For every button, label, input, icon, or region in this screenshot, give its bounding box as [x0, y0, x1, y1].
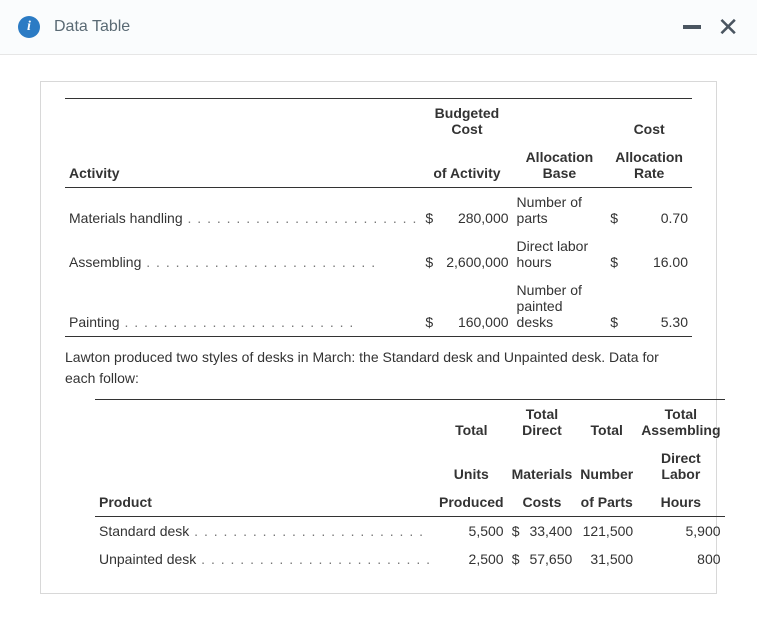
units-produced: 5,500 — [435, 517, 508, 546]
table-header-row: Total Total Direct Total Total Assemblin… — [95, 400, 725, 445]
table-header-row: Units Materials Number Direct Labor — [95, 444, 725, 488]
col-activity: Activity — [65, 143, 421, 188]
allocation-rate: 5.30 — [623, 276, 692, 337]
allocation-base: Number of parts — [513, 188, 607, 233]
col-units-l3: Produced — [435, 488, 508, 517]
header-controls: ✕ — [683, 14, 739, 40]
col-hours-l3: Hours — [637, 488, 724, 517]
col-units-l1: Total — [435, 400, 508, 445]
currency-symbol: $ — [606, 188, 623, 233]
col-cost-l2: Allocation Rate — [606, 143, 692, 188]
units-produced: 2,500 — [435, 545, 508, 573]
close-icon[interactable]: ✕ — [717, 14, 739, 40]
activity-cost-table: Budgeted Cost Cost Activity of Activity … — [65, 98, 692, 337]
col-hours-l2: Direct Labor — [637, 444, 724, 488]
allocation-rate: 0.70 — [623, 188, 692, 233]
materials-cost: 33,400 — [524, 517, 577, 546]
info-icon: i — [18, 16, 40, 38]
table-header-row: Product Produced Costs of Parts Hours — [95, 488, 725, 517]
product-name: Unpainted desk — [95, 545, 435, 573]
col-parts-l1: Total — [576, 400, 637, 445]
currency-symbol: $ — [508, 517, 524, 546]
col-mat-l1: Total Direct — [508, 400, 577, 445]
narrative-text: Lawton produced two styles of desks in M… — [65, 347, 692, 389]
currency-symbol: $ — [421, 232, 437, 276]
table-row: Assembling $ 2,600,000 Direct labor hour… — [65, 232, 692, 276]
allocation-rate: 16.00 — [623, 232, 692, 276]
col-units-l2: Units — [435, 444, 508, 488]
activity-name: Assembling — [65, 232, 421, 276]
col-hours-l1: Total Assembling — [637, 400, 724, 445]
col-cost-l1: Cost — [606, 99, 692, 144]
col-parts-l3: of Parts — [576, 488, 637, 517]
number-of-parts: 31,500 — [576, 545, 637, 573]
product-data-table: Total Total Direct Total Total Assemblin… — [95, 399, 725, 573]
budgeted-amount: 2,600,000 — [438, 232, 513, 276]
budgeted-amount: 280,000 — [438, 188, 513, 233]
data-panel: Budgeted Cost Cost Activity of Activity … — [40, 81, 717, 594]
currency-symbol: $ — [421, 276, 437, 337]
col-product: Product — [95, 488, 435, 517]
table-row: Unpainted desk 2,500 $ 57,650 31,500 800 — [95, 545, 725, 573]
product-name: Standard desk — [95, 517, 435, 546]
col-mat-l2: Materials — [508, 444, 577, 488]
content-area: Budgeted Cost Cost Activity of Activity … — [0, 55, 757, 620]
col-budgeted-l2: of Activity — [421, 143, 512, 188]
header-left: i Data Table — [18, 16, 130, 38]
budgeted-amount: 160,000 — [438, 276, 513, 337]
col-allocation-base: Allocation Base — [513, 143, 607, 188]
window-title: Data Table — [54, 18, 130, 36]
labor-hours: 5,900 — [637, 517, 724, 546]
currency-symbol: $ — [606, 232, 623, 276]
labor-hours: 800 — [637, 545, 724, 573]
currency-symbol: $ — [508, 545, 524, 573]
col-budgeted-l1: Budgeted Cost — [421, 99, 512, 144]
allocation-base: Direct labor hours — [513, 232, 607, 276]
allocation-base: Number of painted desks — [513, 276, 607, 337]
number-of-parts: 121,500 — [576, 517, 637, 546]
table-header-row: Budgeted Cost Cost — [65, 99, 692, 144]
minimize-icon[interactable] — [683, 25, 701, 29]
currency-symbol: $ — [421, 188, 437, 233]
col-parts-l2: Number — [576, 444, 637, 488]
activity-name: Painting — [65, 276, 421, 337]
table-row: Materials handling $ 280,000 Number of p… — [65, 188, 692, 233]
table-row: Painting $ 160,000 Number of painted des… — [65, 276, 692, 337]
window-header: i Data Table ✕ — [0, 0, 757, 55]
activity-name: Materials handling — [65, 188, 421, 233]
currency-symbol: $ — [606, 276, 623, 337]
table-row: Standard desk 5,500 $ 33,400 121,500 5,9… — [95, 517, 725, 546]
table-header-row: Activity of Activity Allocation Base All… — [65, 143, 692, 188]
materials-cost: 57,650 — [524, 545, 577, 573]
col-mat-l3: Costs — [508, 488, 577, 517]
